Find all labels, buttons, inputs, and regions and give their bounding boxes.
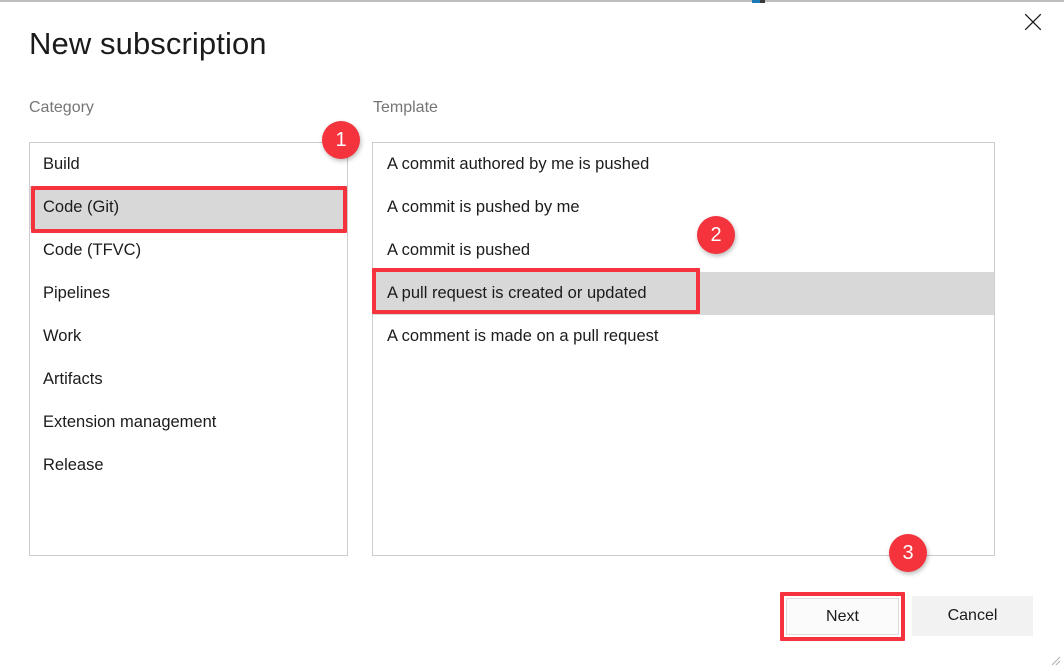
template-item-commit-pushed-by-me[interactable]: A commit is pushed by me: [373, 186, 994, 229]
template-item-comment-on-pull-request[interactable]: A comment is made on a pull request: [373, 315, 994, 358]
resize-grip[interactable]: [1049, 653, 1061, 666]
template-item-pull-request[interactable]: A pull request is created or updated: [373, 272, 994, 315]
category-item-code-git[interactable]: Code (Git): [30, 186, 347, 229]
template-label: Template: [373, 99, 438, 116]
window-top-divider: [0, 0, 1064, 3]
category-item-pipelines[interactable]: Pipelines: [30, 272, 347, 315]
category-listbox[interactable]: Build Code (Git) Code (TFVC) Pipelines W…: [29, 142, 348, 556]
close-button[interactable]: [1014, 4, 1052, 40]
category-item-code-tfvc[interactable]: Code (TFVC): [30, 229, 347, 272]
template-item-commit-authored-by-me[interactable]: A commit authored by me is pushed: [373, 143, 994, 186]
category-item-extension-management[interactable]: Extension management: [30, 401, 347, 444]
template-listbox[interactable]: A commit authored by me is pushed A comm…: [372, 142, 995, 556]
divider-accent-mark-dark: [760, 0, 765, 3]
category-label: Category: [29, 99, 94, 116]
category-item-artifacts[interactable]: Artifacts: [30, 358, 347, 401]
category-item-build[interactable]: Build: [30, 143, 347, 186]
cancel-button[interactable]: Cancel: [912, 596, 1033, 636]
category-item-release[interactable]: Release: [30, 444, 347, 487]
next-button[interactable]: Next: [786, 598, 899, 635]
category-item-work[interactable]: Work: [30, 315, 347, 358]
page-title: New subscription: [29, 26, 267, 61]
template-item-commit-pushed[interactable]: A commit is pushed: [373, 229, 994, 272]
close-icon: [1024, 13, 1042, 31]
